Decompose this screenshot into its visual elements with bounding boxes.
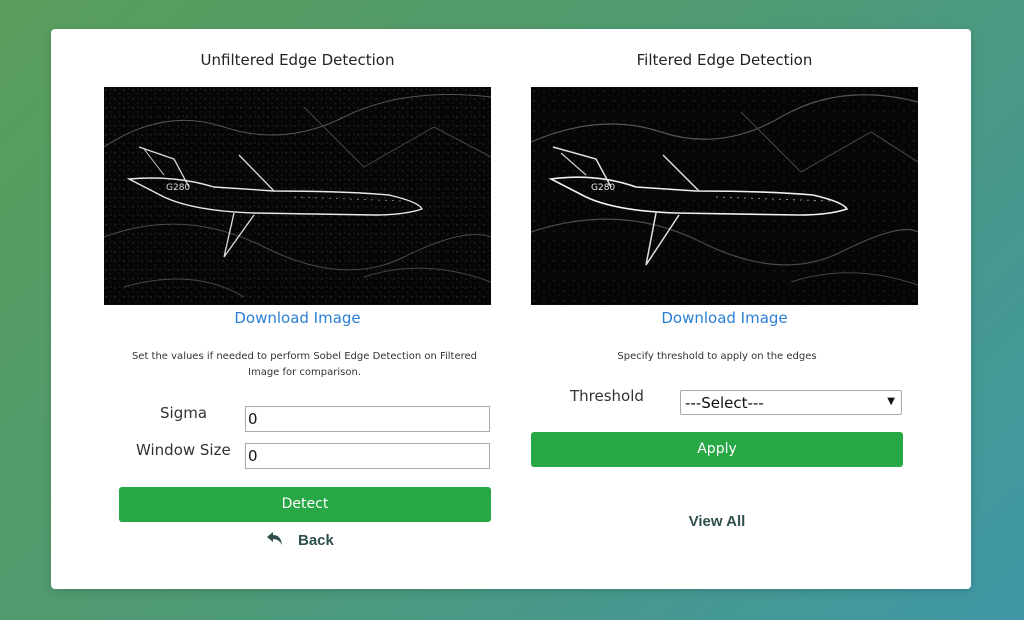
- window-size-input[interactable]: [245, 443, 490, 469]
- filtered-tail-text: G280: [591, 183, 615, 193]
- filtered-download-link[interactable]: Download Image: [531, 309, 918, 327]
- unfiltered-tail-text: G280: [166, 183, 190, 193]
- apply-button[interactable]: Apply: [531, 432, 903, 467]
- threshold-select[interactable]: ---Select--- ▼: [680, 390, 902, 415]
- filtered-edge-image: G280: [531, 87, 918, 305]
- sigma-input[interactable]: [245, 406, 490, 432]
- back-button[interactable]: Back: [266, 531, 334, 549]
- threshold-help-text: Specify threshold to apply on the edges: [617, 351, 817, 362]
- filtered-title: Filtered Edge Detection: [636, 51, 813, 69]
- threshold-selected-value: ---Select---: [685, 394, 764, 412]
- sigma-label: Sigma: [160, 404, 208, 422]
- dropdown-arrow-icon: ▼: [887, 396, 895, 407]
- sigma-help-text: Set the values if needed to perform Sobe…: [131, 351, 478, 378]
- threshold-label: Threshold: [570, 387, 644, 405]
- view-all-link[interactable]: View All: [631, 513, 803, 530]
- window-size-label: Window Size: [136, 441, 231, 459]
- reply-arrow-icon: [266, 531, 284, 547]
- detect-button[interactable]: Detect: [119, 487, 491, 522]
- unfiltered-download-link[interactable]: Download Image: [104, 309, 491, 327]
- unfiltered-title: Unfiltered Edge Detection: [200, 51, 395, 69]
- unfiltered-edge-image: G280: [104, 87, 491, 305]
- back-label: Back: [298, 532, 334, 549]
- main-card: Unfiltered Edge Detection G280 Download …: [51, 29, 971, 589]
